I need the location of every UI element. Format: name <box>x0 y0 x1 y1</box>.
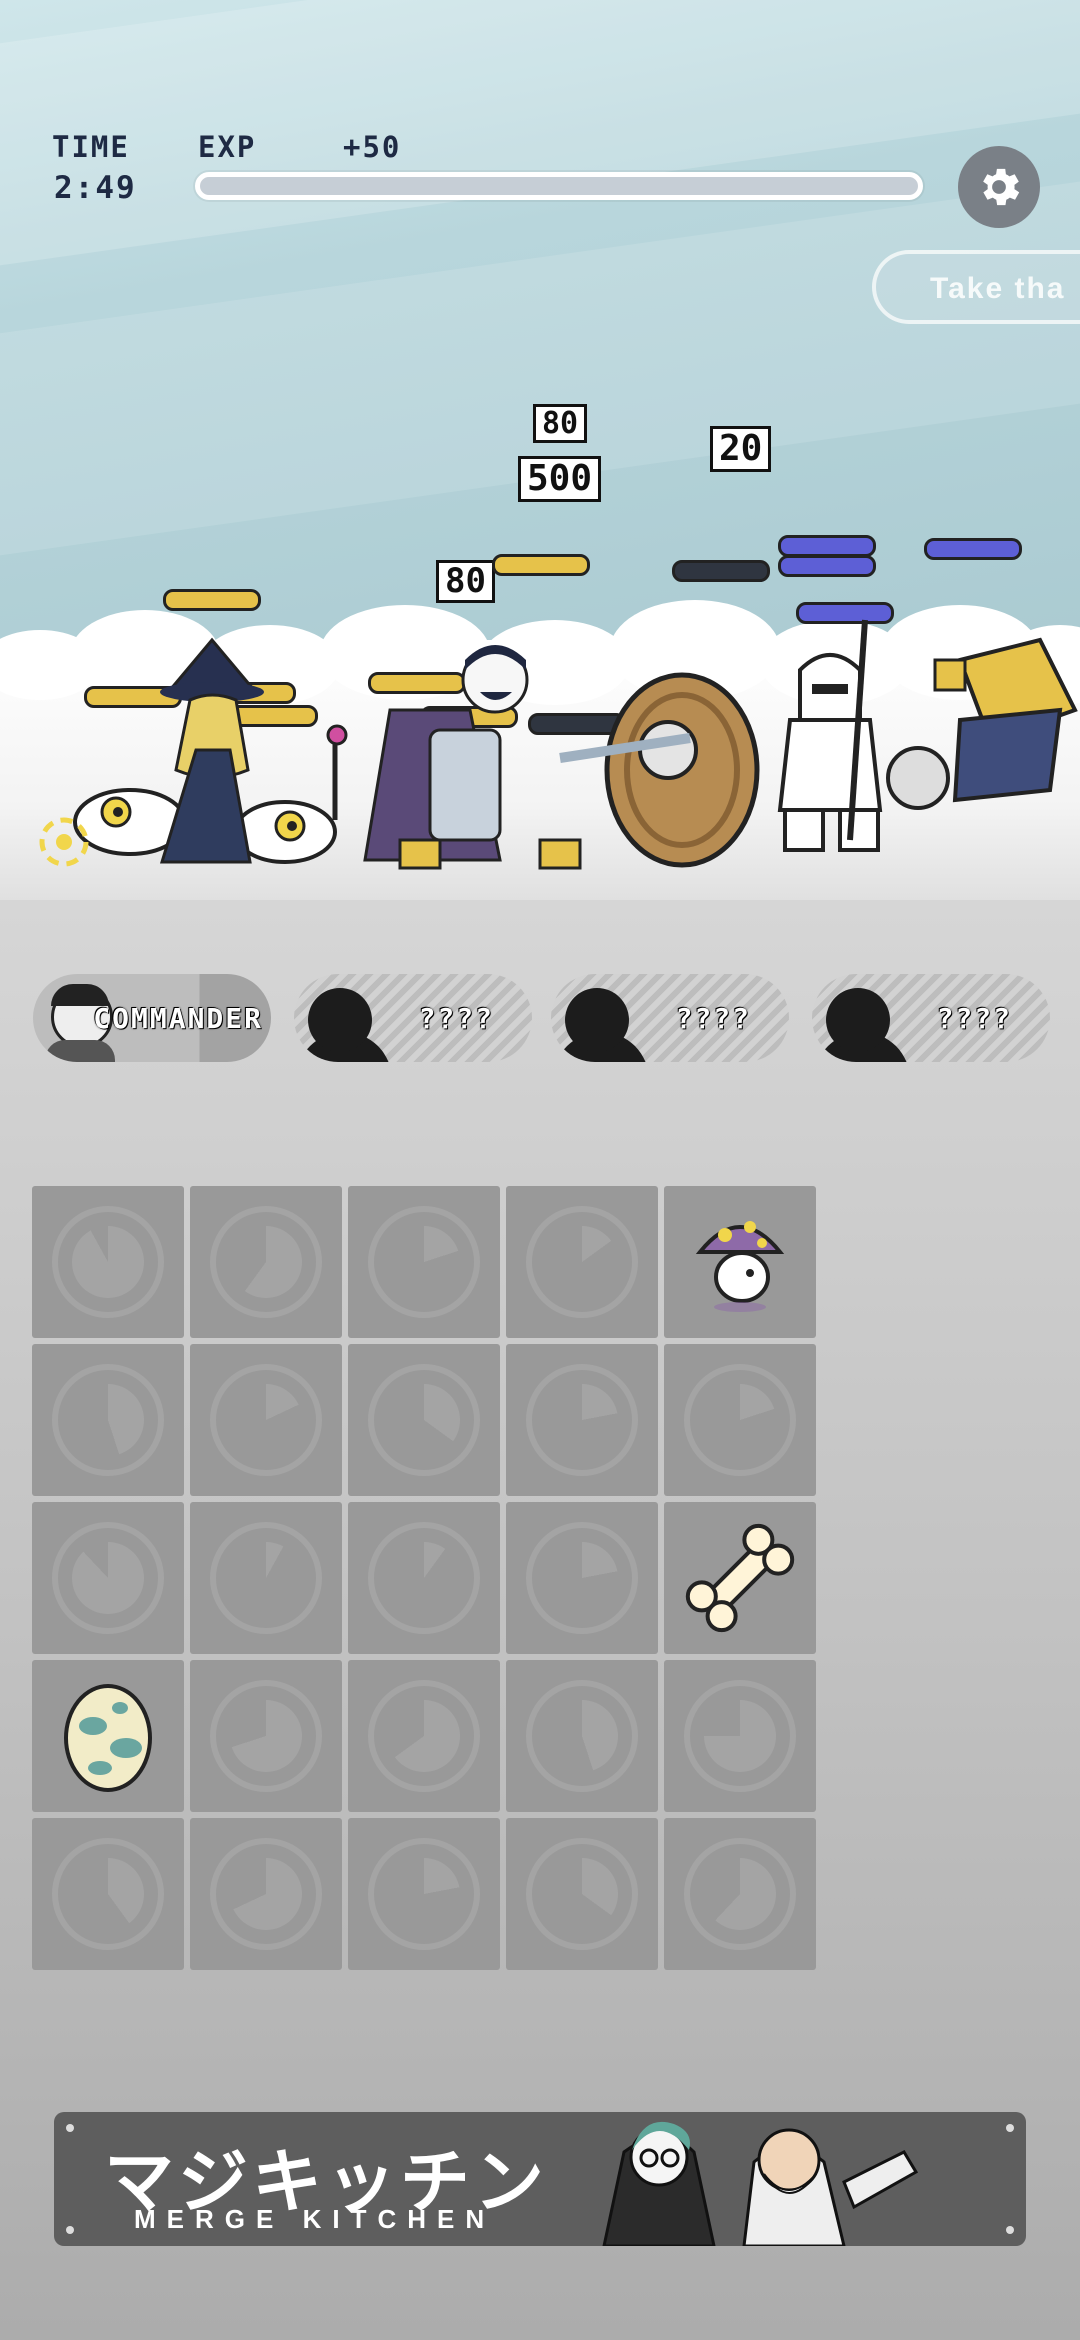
cooldown-timer-icon <box>526 1680 638 1792</box>
locked-silhouette-head <box>308 988 372 1052</box>
commander-ally <box>363 645 582 870</box>
grid-cell[interactable] <box>190 1502 342 1654</box>
white-knight-enemy <box>777 619 950 852</box>
locked-silhouette-head <box>826 988 890 1052</box>
grid-cell[interactable] <box>348 1660 500 1812</box>
unit-card-label: ???? <box>675 1002 751 1035</box>
grid-cell[interactable] <box>348 1186 500 1338</box>
gear-icon <box>983 168 1020 206</box>
unit-card-locked[interactable]: ???? <box>294 974 532 1062</box>
cooldown-timer-icon <box>368 1522 480 1634</box>
cooldown-timer-icon <box>52 1364 164 1476</box>
brawler-enemy <box>933 637 1078 803</box>
cooldown-timer-icon <box>526 1364 638 1476</box>
exp-gain: +50 <box>343 130 402 164</box>
unit-card-label: COMMANDER <box>93 1002 263 1035</box>
damage-number: 80 <box>533 404 588 443</box>
grid-cell[interactable] <box>506 1186 658 1338</box>
cooldown-timer-icon <box>526 1838 638 1950</box>
spotted-egg-icon[interactable] <box>32 1660 184 1812</box>
banner-title-en: MERGE KITCHEN <box>134 2204 496 2234</box>
bone-icon[interactable] <box>664 1502 816 1654</box>
grid-cell[interactable] <box>348 1502 500 1654</box>
enemy-health-bar <box>924 538 1022 560</box>
shield-enemy <box>559 672 760 868</box>
cooldown-timer-icon <box>368 1838 480 1950</box>
damage-number: 500 <box>518 456 602 502</box>
cooldown-timer-icon <box>684 1364 796 1476</box>
grid-cell[interactable] <box>32 1186 184 1338</box>
grid-cell[interactable] <box>664 1344 816 1496</box>
merge-kitchen-banner[interactable]: マジキッチン MERGE KITCHEN <box>54 2112 1026 2246</box>
unit-card-commander[interactable]: COMMANDER <box>33 974 271 1062</box>
grid-cell[interactable] <box>32 1344 184 1496</box>
slime-creature <box>233 800 337 864</box>
unit-card-label: ???? <box>936 1002 1012 1035</box>
enemy-health-bar <box>778 555 876 577</box>
ally-health-bar <box>492 554 590 576</box>
grid-cell[interactable] <box>506 1660 658 1812</box>
grid-cell[interactable] <box>664 1502 816 1654</box>
damage-number: 80 <box>436 560 495 604</box>
unit-card-label: ???? <box>418 1002 494 1035</box>
unit-card-locked[interactable]: ???? <box>812 974 1050 1062</box>
grid-cell[interactable] <box>664 1818 816 1970</box>
grid-cell[interactable] <box>348 1344 500 1496</box>
cooldown-timer-icon <box>210 1838 322 1950</box>
cooldown-timer-icon <box>368 1206 480 1318</box>
cooldown-timer-icon <box>210 1680 322 1792</box>
grid-cell[interactable] <box>190 1660 342 1812</box>
grid-cell[interactable] <box>190 1818 342 1970</box>
time-value: 2:49 <box>54 170 137 206</box>
enemy-health-bar <box>778 535 876 557</box>
cooldown-timer-icon <box>52 1522 164 1634</box>
cooldown-timer-icon <box>368 1364 480 1476</box>
target-reticle-icon <box>39 817 89 867</box>
grid-cell[interactable] <box>664 1186 816 1338</box>
cooldown-timer-icon <box>52 1838 164 1950</box>
exp-label: EXP <box>198 130 257 164</box>
cooldown-timer-icon <box>52 1206 164 1318</box>
cooldown-timer-icon <box>210 1522 322 1634</box>
grid-cell[interactable] <box>32 1818 184 1970</box>
cooldown-timer-icon <box>368 1680 480 1792</box>
grid-cell[interactable] <box>190 1344 342 1496</box>
grid-cell[interactable] <box>664 1660 816 1812</box>
take-that-button[interactable]: Take tha <box>872 250 1080 324</box>
grid-cell[interactable] <box>506 1502 658 1654</box>
cooldown-timer-icon <box>684 1838 796 1950</box>
cooldown-timer-icon <box>526 1522 638 1634</box>
damage-number: 20 <box>710 426 772 472</box>
locked-silhouette-head <box>565 988 629 1052</box>
cooldown-timer-icon <box>210 1364 322 1476</box>
exp-progress-bar <box>195 172 923 200</box>
cooldown-timer-icon <box>526 1206 638 1318</box>
grid-cell[interactable] <box>32 1502 184 1654</box>
grid-cell[interactable] <box>506 1818 658 1970</box>
battle-characters <box>39 619 1078 870</box>
settings-button[interactable] <box>958 146 1040 228</box>
cooldown-timer-icon <box>684 1680 796 1792</box>
time-label: TIME <box>52 130 130 164</box>
banner-characters <box>602 2121 919 2246</box>
grid-cell[interactable] <box>32 1660 184 1812</box>
grid-cell[interactable] <box>190 1186 342 1338</box>
unit-card-locked[interactable]: ???? <box>551 974 789 1062</box>
enemy-health-bar <box>672 560 770 582</box>
grid-cell[interactable] <box>506 1344 658 1496</box>
cooldown-timer-icon <box>210 1206 322 1318</box>
mushroom-creature-icon[interactable] <box>664 1186 816 1338</box>
grid-cell[interactable] <box>348 1818 500 1970</box>
